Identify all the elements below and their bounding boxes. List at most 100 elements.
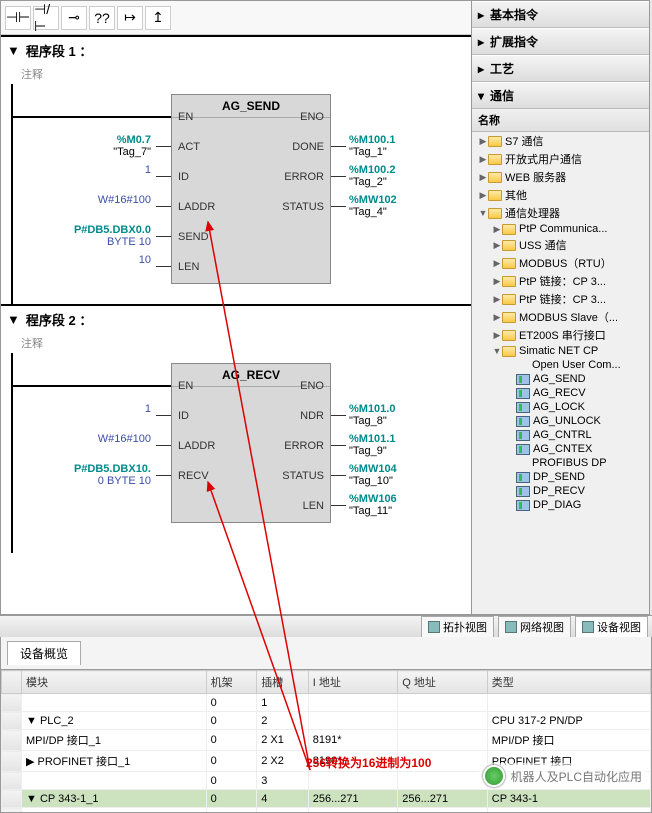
fb-ag_send[interactable]: AG_SENDENACTIDLADDRSENDLENENODONEERRORST… [171,94,331,284]
tree-item[interactable]: ▶WEB 服务器 [472,168,649,186]
view-tab-设备视图[interactable]: 设备视图 [575,616,648,638]
fb-ag_recv[interactable]: AG_RECVENIDLADDRRECVENONDRERRORSTATUSLEN [171,363,331,523]
section-基本指令[interactable]: ▸基本指令 [472,1,649,28]
collapse-icon: ▼ [7,312,20,327]
segment-title: 程序段 1 ： [26,41,92,60]
tree-item[interactable]: ▶PtP 链接：CP 3... [472,272,649,290]
tree-item[interactable]: ▼Simatic NET CP [472,344,649,358]
tree-item[interactable]: AG_CNTEX [472,442,649,456]
pin-value-id[interactable]: 1 [145,403,151,415]
tree-label: DP_SEND [533,471,585,483]
col-header[interactable]: 类型 [487,671,650,694]
pin-value-len[interactable]: %MW106"Tag_11" [349,493,397,517]
tree-item[interactable]: ▶MODBUS（RTU） [472,254,649,272]
instruction-tree[interactable]: ▶S7 通信▶开放式用户通信▶WEB 服务器▶其他▼通信处理器▶PtP Comm… [472,132,649,614]
col-header[interactable] [2,671,22,694]
pin-value-send[interactable]: P#DB5.DBX0.0BYTE 10 [74,224,151,248]
tree-item[interactable]: ▶S7 通信 [472,132,649,150]
view-tab-网络视图[interactable]: 网络视图 [498,616,571,638]
toolbar-button-2[interactable]: ⊸ [61,6,87,30]
cell [308,694,397,712]
col-header[interactable]: 机架 [206,671,257,694]
tree-label: 其他 [505,187,527,203]
tree-item[interactable]: ▼通信处理器 [472,204,649,222]
pin-value-id[interactable]: 1 [145,164,151,176]
pin-status: STATUS [282,470,324,482]
tree-item[interactable]: ▶其他 [472,186,649,204]
view-tab-拓扑视图[interactable]: 拓扑视图 [421,616,494,638]
tree-item[interactable]: ▶ET200S 串行接口 [472,326,649,344]
section-通信[interactable]: ▾通信 [472,82,649,109]
col-header[interactable]: Q 地址 [398,671,487,694]
segment-header[interactable]: ▼程序段 2 ： [1,306,471,333]
pin-value-status[interactable]: %MW104"Tag_10" [349,463,397,487]
tree-item[interactable]: AG_SEND [472,372,649,386]
tree-item[interactable]: ▶开放式用户通信 [472,150,649,168]
cell: 4 X1 [257,808,309,813]
tree-item[interactable]: PROFIBUS DP [472,456,649,470]
cell [398,772,487,790]
expand-icon: ▶ [492,258,502,269]
pin-value-error[interactable]: %M101.1"Tag_9" [349,433,395,457]
toolbar-button-1[interactable]: ⊣/⊢ [33,6,59,30]
pin-value-done[interactable]: %M100.1"Tag_1" [349,134,395,158]
cell: 4 [257,790,309,808]
device-row[interactable]: ▼ CP 343-1_104256...271256...271CP 343-1 [2,790,651,808]
pin-error: ERROR [284,171,324,183]
toolbar-button-3[interactable]: ?? [89,6,115,30]
folder-icon [502,346,516,357]
tree-item[interactable]: DP_RECV [472,484,649,498]
tree-label: PtP Communica... [519,223,607,235]
ladder-canvas[interactable]: ▼程序段 1 ：注释%M0.7"Tag_7"1W#16#100P#DB5.DBX… [1,35,471,614]
col-header[interactable]: I 地址 [308,671,397,694]
device-row[interactable]: 01 [2,694,651,712]
watermark-text: 机器人及PLC自动化应用 [511,768,642,785]
toolbar-button-0[interactable]: ⊣⊢ [5,6,31,30]
tree-item[interactable]: ▶USS 通信 [472,236,649,254]
tree-item[interactable]: DP_SEND [472,470,649,484]
pin-value-len[interactable]: 10 [139,254,151,266]
cell: CP 343-1 [487,790,650,808]
tree-item[interactable]: ▶PtP 链接：CP 3... [472,290,649,308]
pin-value-status[interactable]: %MW102"Tag_4" [349,194,397,218]
pin-value-laddr[interactable]: W#16#100 [98,194,151,206]
device-overview-tab[interactable]: 设备概览 [7,641,81,665]
tree-item[interactable]: AG_UNLOCK [472,414,649,428]
col-header[interactable]: 插槽 [257,671,309,694]
tree-item[interactable]: DP_DIAG [472,498,649,512]
toolbar-button-5[interactable]: ↥ [145,6,171,30]
cell: 0 [206,694,257,712]
segment-comment[interactable]: 注释 [1,333,471,353]
tree-item[interactable]: AG_CNTRL [472,428,649,442]
device-row[interactable]: ▶ PROFINET 接口_104 X11023*PROFINET 接口 [2,808,651,813]
cell: 0 [206,772,257,790]
segment-comment[interactable]: 注释 [1,64,471,84]
tree-item[interactable]: AG_LOCK [472,400,649,414]
toolbar-button-4[interactable]: ↦ [117,6,143,30]
tree-item[interactable]: AG_RECV [472,386,649,400]
device-row[interactable]: ▼ PLC_202CPU 317-2 PN/DP [2,712,651,730]
segment-header[interactable]: ▼程序段 1 ： [1,37,471,64]
tree-item[interactable]: Open User Com... [472,358,649,372]
pin-laddr: LADDR [178,440,215,452]
ladder-editor: ⊣⊢⊣/⊢⊸??↦↥ ▼程序段 1 ：注释%M0.7"Tag_7"1W#16#1… [0,0,472,615]
annotation-text: 256转换为16进制为100 [306,754,431,771]
pin-value-laddr[interactable]: W#16#100 [98,433,151,445]
ladder-toolbar: ⊣⊢⊣/⊢⊸??↦↥ [1,1,471,35]
section-扩展指令[interactable]: ▸扩展指令 [472,28,649,55]
pin-value-act[interactable]: %M0.7"Tag_7" [113,134,151,158]
tree-item[interactable]: ▶MODBUS Slave（... [472,308,649,326]
folder-icon [488,136,502,147]
col-header[interactable]: 模块 [22,671,207,694]
pin-value-error[interactable]: %M100.2"Tag_2" [349,164,395,188]
device-row[interactable]: MPI/DP 接口_102 X18191*MPI/DP 接口 [2,730,651,751]
pin-error: ERROR [284,440,324,452]
section-工艺[interactable]: ▸工艺 [472,55,649,82]
cell: 8191* [308,730,397,751]
pin-value-ndr[interactable]: %M101.0"Tag_8" [349,403,395,427]
cell: PROFINET 接口 [487,808,650,813]
tree-item[interactable]: ▶PtP Communica... [472,222,649,236]
pin-value-recv[interactable]: P#DB5.DBX10.0 BYTE 10 [74,463,151,487]
cell [398,808,487,813]
device-grid[interactable]: 模块机架插槽I 地址Q 地址类型01▼ PLC_202CPU 317-2 PN/… [1,669,651,812]
